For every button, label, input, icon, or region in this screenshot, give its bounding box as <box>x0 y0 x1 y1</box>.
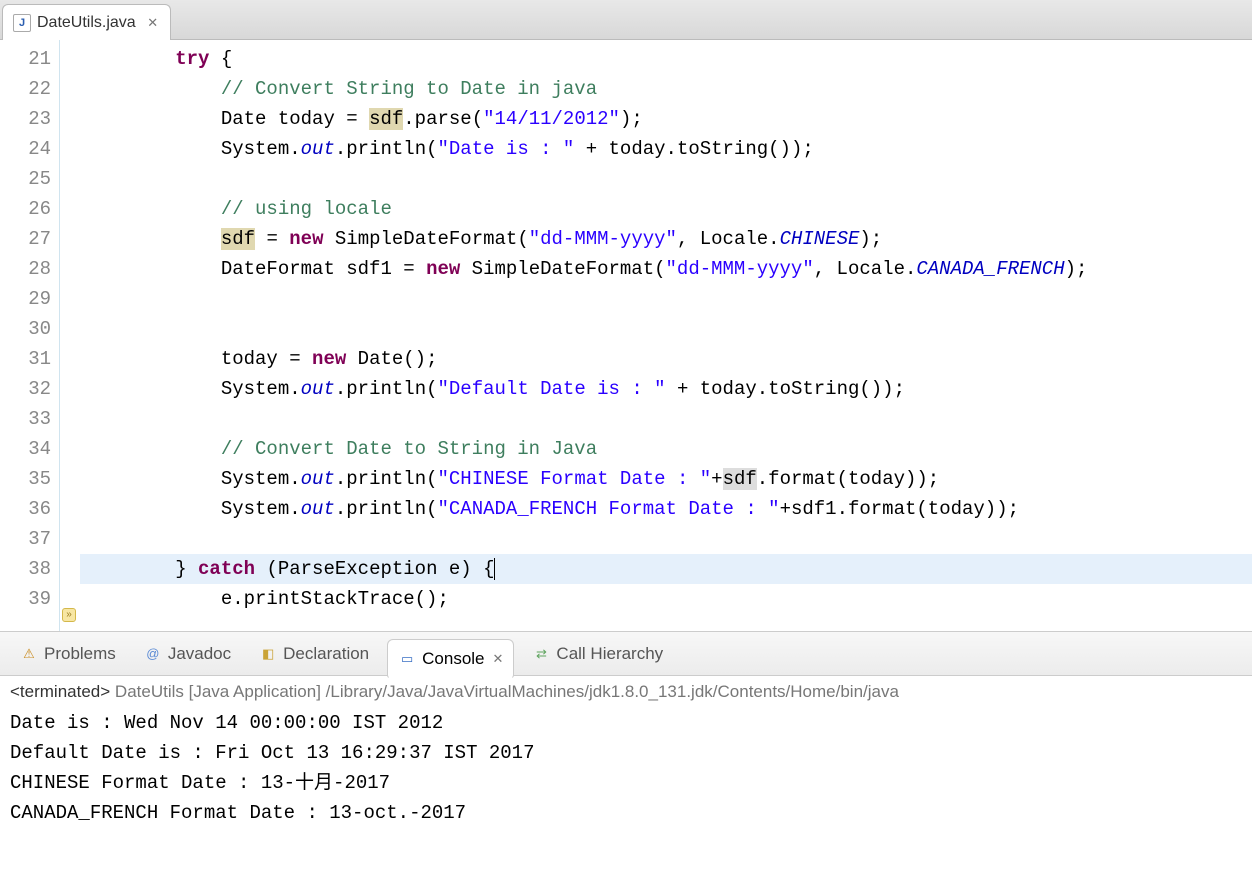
warning-marker-icon: » <box>62 608 76 622</box>
close-icon[interactable]: ✕ <box>493 651 504 667</box>
code-line[interactable]: System.out.println("Default Date is : " … <box>80 374 1252 404</box>
line-number: 26 <box>0 194 51 224</box>
line-number: 35 <box>0 464 51 494</box>
line-number: 38 <box>0 554 51 584</box>
code-line[interactable]: System.out.println("CANADA_FRENCH Format… <box>80 494 1252 524</box>
console-output[interactable]: Date is : Wed Nov 14 00:00:00 IST 2012 D… <box>0 704 1252 876</box>
editor-tab[interactable]: J DateUtils.java ✕ <box>2 4 171 40</box>
java-file-icon: J <box>13 14 31 32</box>
line-number: 24 <box>0 134 51 164</box>
at-icon: @ <box>144 645 162 663</box>
tab-call-hierarchy[interactable]: ⇄ Call Hierarchy <box>522 640 673 668</box>
warning-icon: ⚠ <box>20 645 38 663</box>
editor-margin: » <box>60 40 80 631</box>
line-number: 37 <box>0 524 51 554</box>
line-number: 34 <box>0 434 51 464</box>
console-app-name: DateUtils [Java Application] <box>115 682 321 701</box>
code-line[interactable]: DateFormat sdf1 = new SimpleDateFormat("… <box>80 254 1252 284</box>
bottom-tab-bar: ⚠ Problems @ Javadoc ◧ Declaration ▭ Con… <box>0 632 1252 676</box>
close-icon[interactable]: ✕ <box>146 16 160 30</box>
line-number: 33 <box>0 404 51 434</box>
tab-declaration[interactable]: ◧ Declaration <box>249 640 379 668</box>
line-number: 30 <box>0 314 51 344</box>
line-number: 27 <box>0 224 51 254</box>
console-status-line: <terminated> DateUtils [Java Application… <box>0 676 1252 704</box>
code-line[interactable]: try { <box>80 44 1252 74</box>
tab-console[interactable]: ▭ Console ✕ <box>387 639 514 679</box>
console-jvm-path: /Library/Java/JavaVirtualMachines/jdk1.8… <box>326 682 899 701</box>
code-line[interactable]: e.printStackTrace(); <box>80 584 1252 614</box>
tab-javadoc[interactable]: @ Javadoc <box>134 640 241 668</box>
code-line[interactable] <box>80 524 1252 554</box>
line-number: 39 <box>0 584 51 614</box>
line-number: 31 <box>0 344 51 374</box>
editor-tab-bar: J DateUtils.java ✕ <box>0 0 1252 40</box>
terminated-label: <terminated> <box>10 682 110 701</box>
code-editor[interactable]: 21222324252627282930313233343536373839 »… <box>0 40 1252 632</box>
tab-problems[interactable]: ⚠ Problems <box>10 640 126 668</box>
line-number: 36 <box>0 494 51 524</box>
line-number: 28 <box>0 254 51 284</box>
code-line[interactable] <box>80 314 1252 344</box>
code-area[interactable]: try { // Convert String to Date in java … <box>80 40 1252 631</box>
code-line[interactable]: today = new Date(); <box>80 344 1252 374</box>
code-line[interactable]: // Convert String to Date in java <box>80 74 1252 104</box>
code-line[interactable]: // using locale <box>80 194 1252 224</box>
hierarchy-icon: ⇄ <box>532 645 550 663</box>
line-number: 29 <box>0 284 51 314</box>
bottom-panel: ⚠ Problems @ Javadoc ◧ Declaration ▭ Con… <box>0 632 1252 876</box>
code-line[interactable]: // Convert Date to String in Java <box>80 434 1252 464</box>
code-line[interactable]: Date today = sdf.parse("14/11/2012"); <box>80 104 1252 134</box>
line-number: 21 <box>0 44 51 74</box>
code-line[interactable] <box>80 164 1252 194</box>
line-number: 22 <box>0 74 51 104</box>
line-number: 23 <box>0 104 51 134</box>
line-number-gutter: 21222324252627282930313233343536373839 <box>0 40 60 631</box>
declaration-icon: ◧ <box>259 645 277 663</box>
editor-tab-label: DateUtils.java <box>37 14 136 32</box>
code-line[interactable]: System.out.println("Date is : " + today.… <box>80 134 1252 164</box>
text-cursor <box>494 558 495 580</box>
code-line[interactable]: sdf = new SimpleDateFormat("dd-MMM-yyyy"… <box>80 224 1252 254</box>
line-number: 25 <box>0 164 51 194</box>
code-line[interactable] <box>80 404 1252 434</box>
code-line[interactable] <box>80 284 1252 314</box>
code-line[interactable]: System.out.println("CHINESE Format Date … <box>80 464 1252 494</box>
line-number: 32 <box>0 374 51 404</box>
code-line[interactable]: } catch (ParseException e) { <box>80 554 1252 584</box>
console-icon: ▭ <box>398 650 416 668</box>
